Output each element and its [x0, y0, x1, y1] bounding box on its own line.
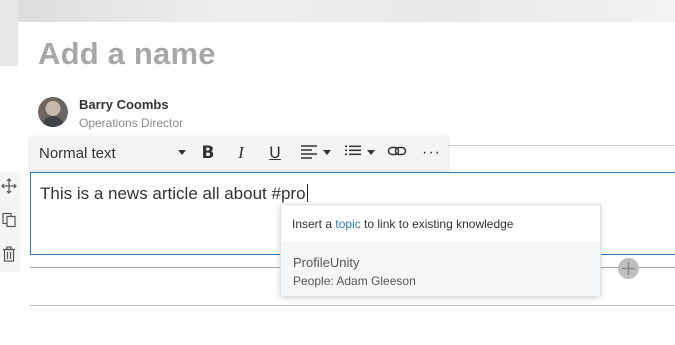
divider: [30, 305, 675, 306]
chevron-down-icon[interactable]: [178, 150, 186, 155]
chevron-down-icon[interactable]: [323, 150, 331, 155]
text-style-dropdown[interactable]: Normal text: [39, 145, 116, 162]
list-icon: [345, 145, 361, 156]
list-button[interactable]: [344, 143, 362, 163]
align-icon: [301, 145, 317, 159]
copy-icon[interactable]: [1, 212, 17, 228]
formatting-toolbar: Normal text B I U ···: [30, 136, 448, 170]
topic-suggestion-popup: Insert a topic to link to existing knowl…: [280, 204, 601, 296]
author-role: Operations Director: [79, 116, 184, 130]
bold-button[interactable]: B: [200, 143, 216, 163]
editor-content[interactable]: This is a news article all about #pro: [40, 184, 308, 204]
suggestion-item[interactable]: ProfileUnity People: Adam Gleeson: [281, 242, 600, 296]
article-title-input[interactable]: Add a name: [38, 36, 216, 72]
underline-button[interactable]: U: [267, 143, 283, 163]
move-icon[interactable]: [1, 178, 17, 194]
more-options-button[interactable]: ···: [422, 143, 440, 163]
link-button[interactable]: [387, 143, 407, 163]
add-section-button[interactable]: [618, 258, 639, 279]
avatar: [38, 97, 68, 127]
author-name: Barry Coombs: [79, 97, 169, 112]
plus-icon: [622, 262, 635, 275]
suggestion-title: ProfileUnity: [293, 255, 360, 270]
left-edge-banner: [0, 0, 18, 66]
header-banner: [0, 0, 675, 22]
side-toolbar: [0, 172, 20, 272]
suggestion-subtitle: People: Adam Gleeson: [293, 274, 416, 288]
topic-link[interactable]: topic: [335, 217, 360, 231]
chevron-down-icon[interactable]: [367, 150, 375, 155]
popup-hint: Insert a topic to link to existing knowl…: [292, 217, 514, 231]
delete-icon[interactable]: [1, 246, 17, 262]
italic-button[interactable]: I: [233, 143, 249, 163]
link-icon: [387, 146, 407, 156]
text-cursor: [306, 184, 308, 202]
align-button[interactable]: [300, 143, 318, 163]
